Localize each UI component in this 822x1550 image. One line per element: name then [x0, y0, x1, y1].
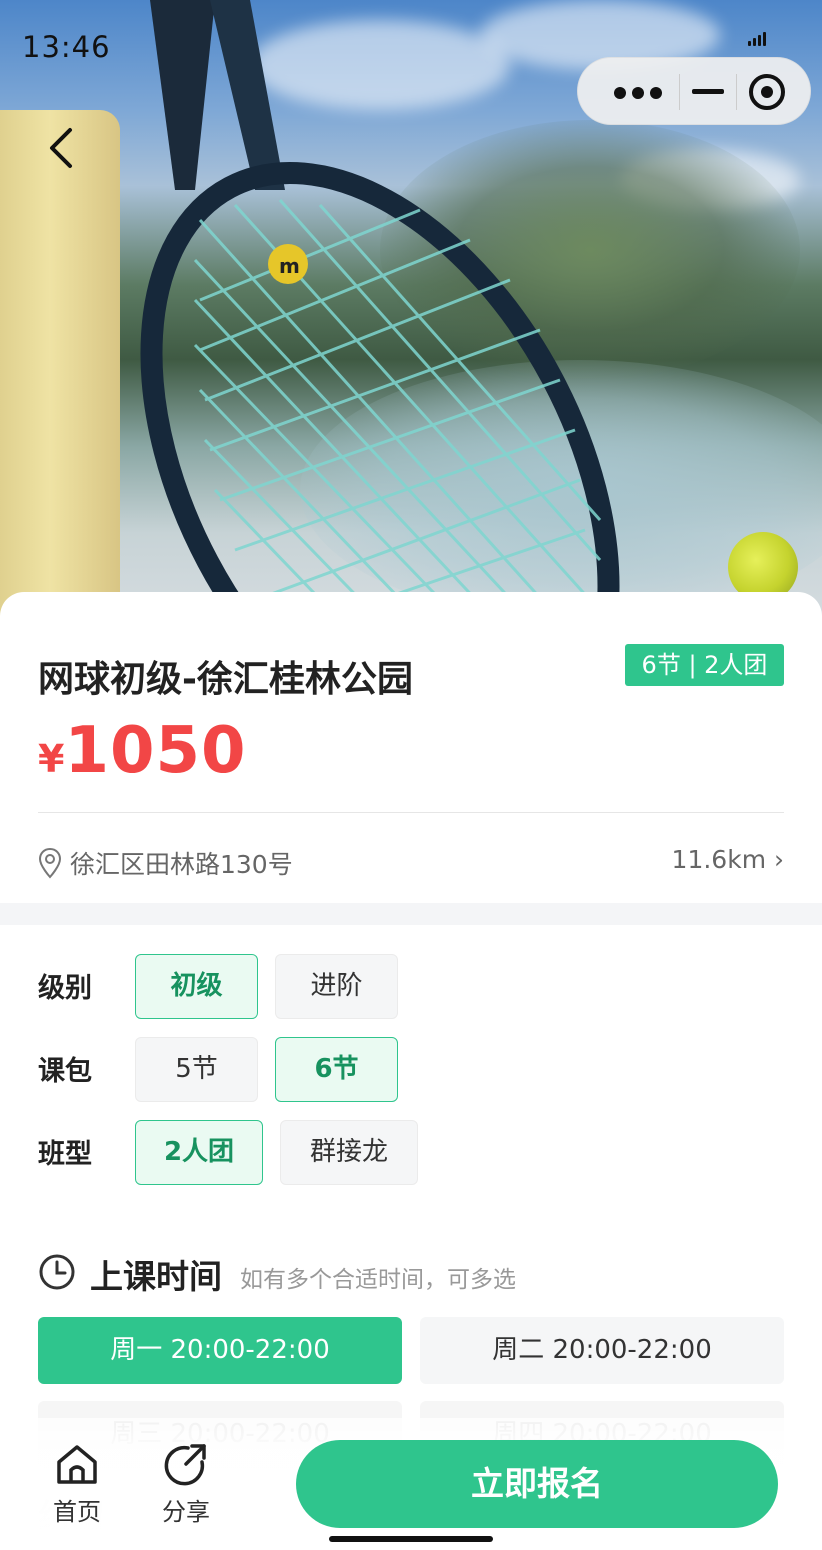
home-label: 首页	[53, 1498, 101, 1526]
home-button[interactable]: 首页	[42, 1442, 112, 1532]
level-option-advanced[interactable]: 进阶	[275, 954, 398, 1019]
address-text[interactable]: 徐汇区田林路130号	[70, 845, 293, 881]
home-indicator	[329, 1536, 493, 1542]
package-option-5[interactable]: 5节	[135, 1037, 258, 1102]
class-type-label: 班型	[38, 1139, 92, 1170]
time-slot-mon[interactable]: 周一 20:00-22:00	[38, 1317, 402, 1384]
enroll-button[interactable]: 立即报名	[296, 1440, 778, 1528]
share-label: 分享	[162, 1498, 210, 1526]
home-icon	[57, 1445, 97, 1484]
share-button[interactable]: 分享	[151, 1442, 221, 1532]
section-gap	[0, 903, 822, 925]
package-tag: 6节 | 2人团	[625, 644, 784, 686]
schedule-title: 上课时间	[90, 1257, 222, 1296]
level-option-beginner[interactable]: 初级	[135, 954, 258, 1019]
signal-icon	[748, 30, 770, 46]
share-icon	[164, 1444, 206, 1486]
clock-icon	[39, 1254, 75, 1290]
package-option-6[interactable]: 6节	[275, 1037, 398, 1102]
class-type-option-group[interactable]: 群接龙	[280, 1120, 418, 1185]
distance-link[interactable]: 11.6km ›	[672, 845, 784, 874]
svg-text:m: m	[279, 254, 300, 278]
more-icon[interactable]	[608, 82, 664, 102]
class-type-option-duo[interactable]: 2人团	[135, 1120, 263, 1185]
price-currency: ¥	[38, 737, 65, 781]
course-detail-page: m 13:46 网球初级-徐汇桂林公园 6节 | 2人团 ¥1050 徐汇区田林…	[0, 0, 822, 1550]
menu-capsule	[577, 57, 811, 125]
location-icon	[38, 847, 62, 879]
level-label: 级别	[38, 973, 92, 1004]
status-time: 13:46	[22, 30, 111, 64]
close-icon[interactable]	[749, 74, 785, 110]
course-title: 网球初级-徐汇桂林公园	[38, 659, 413, 700]
package-label: 课包	[38, 1056, 92, 1087]
price: ¥1050	[38, 714, 247, 788]
back-icon	[50, 128, 72, 168]
minimize-icon[interactable]	[692, 78, 724, 106]
price-value: 1050	[64, 714, 247, 788]
back-button[interactable]	[40, 120, 90, 180]
divider	[38, 812, 784, 813]
time-slot-tue[interactable]: 周二 20:00-22:00	[420, 1317, 784, 1384]
schedule-hint: 如有多个合适时间，可多选	[240, 1267, 516, 1293]
